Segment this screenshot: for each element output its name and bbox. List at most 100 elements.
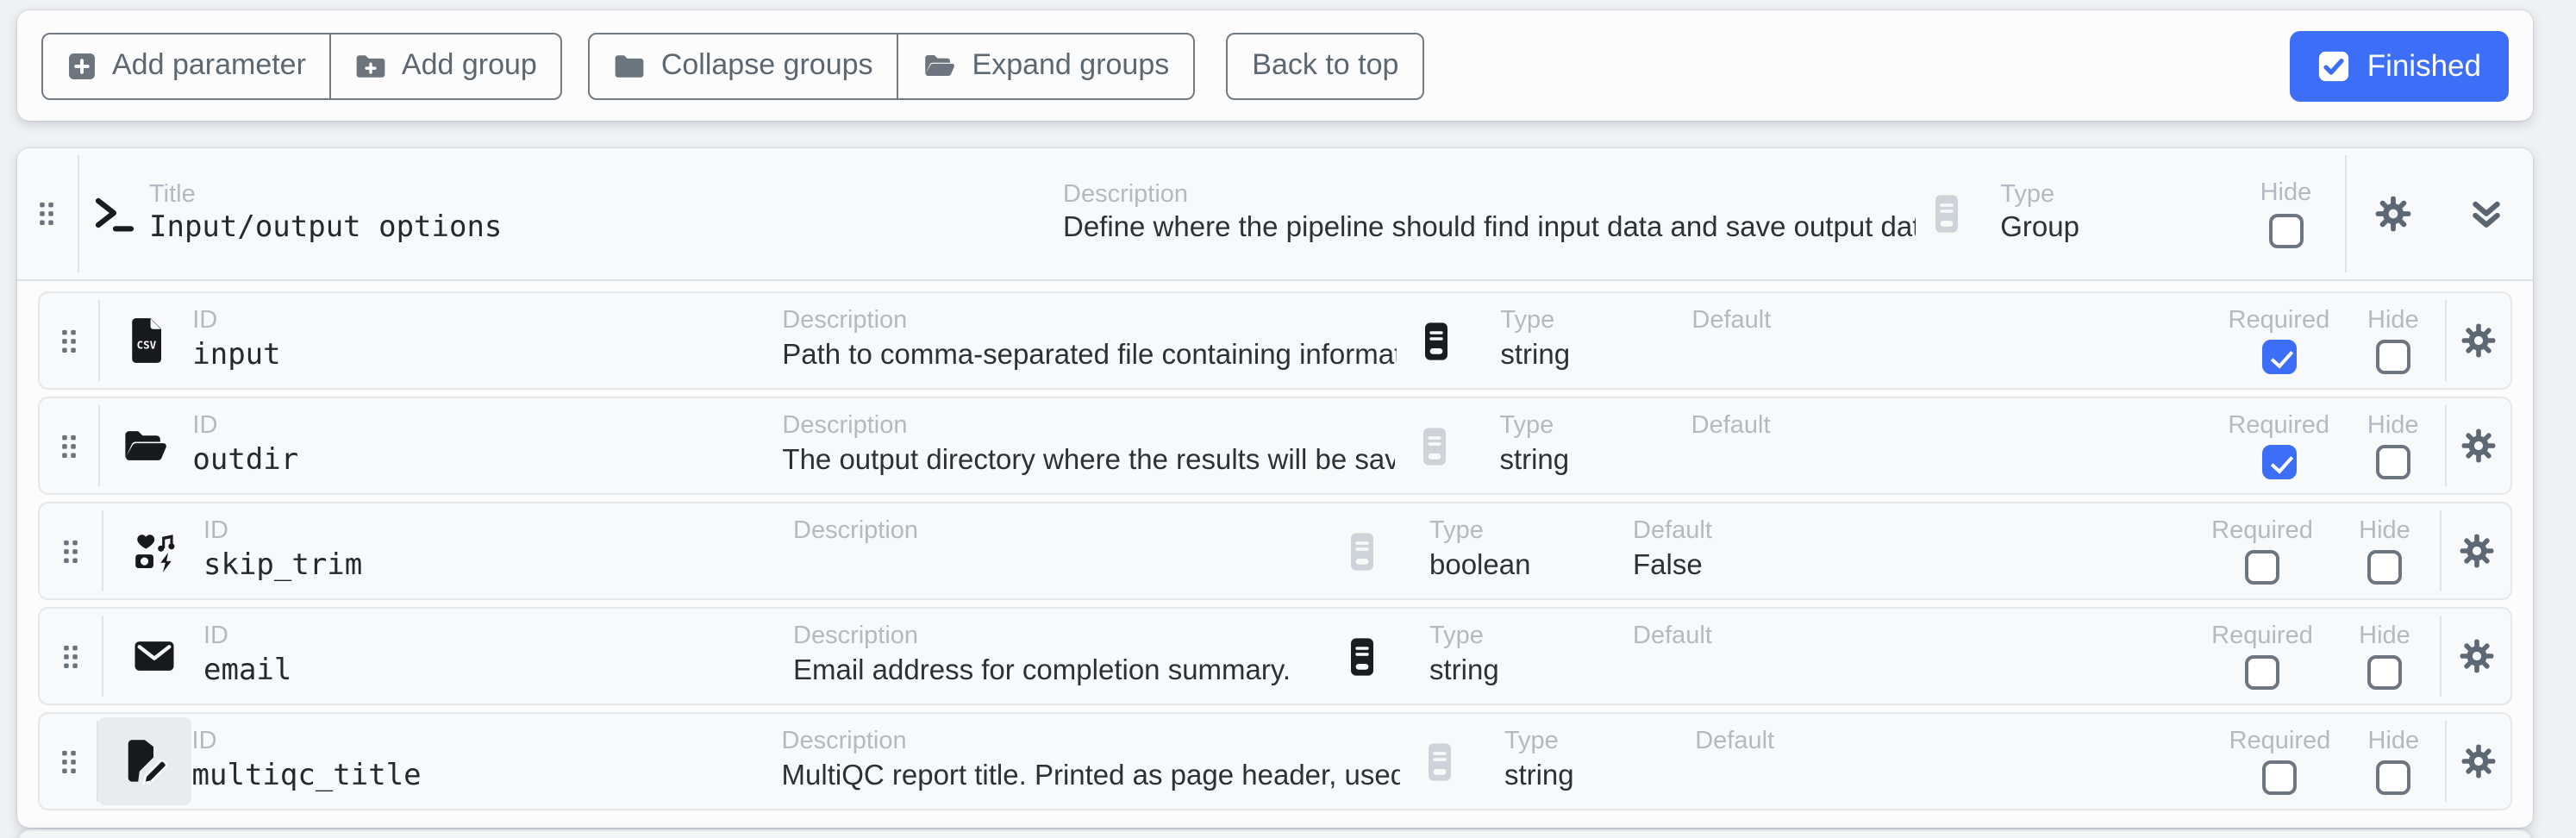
param-default-field[interactable]: Default: [1667, 293, 2216, 388]
group-title-value[interactable]: Input/output options: [149, 210, 1046, 247]
param-type-field[interactable]: Type string: [1480, 714, 1671, 809]
hide-checkbox[interactable]: [2376, 341, 2410, 375]
param-type-field[interactable]: Type string: [1475, 398, 1666, 493]
id-label: ID: [192, 307, 761, 335]
collapse-groups-button[interactable]: Collapse groups: [589, 32, 899, 99]
drag-handle[interactable]: [40, 293, 97, 388]
group-description-field[interactable]: Description Define where the pipeline sh…: [1046, 148, 1916, 279]
param-description-value[interactable]: Path to comma-separated file containing …: [782, 338, 1396, 374]
param-icon-button[interactable]: [103, 503, 203, 598]
back-to-top-button[interactable]: Back to top: [1226, 32, 1424, 99]
param-type-value[interactable]: boolean: [1429, 548, 1609, 585]
param-help-text-button[interactable]: [1395, 398, 1475, 493]
back-to-top-label: Back to top: [1252, 48, 1398, 83]
param-id-field[interactable]: ID outdir: [192, 398, 761, 493]
param-description-field[interactable]: Description: [772, 503, 1319, 598]
hide-checkbox[interactable]: [2376, 761, 2410, 796]
param-default-value[interactable]: [1695, 759, 2217, 795]
hide-checkbox[interactable]: [2367, 656, 2402, 691]
param-required-field: Required: [2195, 609, 2329, 704]
drag-handle[interactable]: [40, 609, 102, 704]
drag-handle[interactable]: [40, 714, 97, 809]
param-id-field[interactable]: ID email: [203, 609, 772, 704]
param-description-field[interactable]: Description MultiQC report title. Printe…: [761, 714, 1401, 809]
param-icon-button[interactable]: [99, 293, 192, 388]
settings-button[interactable]: [2370, 191, 2415, 236]
param-id-value[interactable]: skip_trim: [203, 547, 772, 585]
param-description-value[interactable]: [793, 548, 1319, 585]
description-label: Description: [782, 728, 1401, 756]
required-checkbox[interactable]: [2262, 761, 2297, 796]
add-parameter-button[interactable]: Add parameter: [41, 32, 332, 99]
param-help-text-button[interactable]: [1400, 714, 1480, 809]
param-id-value[interactable]: outdir: [192, 442, 761, 479]
param-type-field[interactable]: Type boolean: [1405, 503, 1609, 598]
hide-checkbox[interactable]: [2268, 214, 2303, 248]
settings-button[interactable]: [2454, 529, 2498, 572]
param-help-text-button[interactable]: [1319, 503, 1405, 598]
param-hide-field: Hide: [2342, 398, 2445, 493]
collapse-group-button[interactable]: [2466, 194, 2507, 234]
default-label: Default: [1633, 622, 2195, 651]
drag-handle[interactable]: [17, 148, 78, 279]
add-button-group: Add parameter Add group: [41, 32, 563, 99]
param-default-field[interactable]: Default: [1609, 609, 2195, 704]
settings-button[interactable]: [2457, 740, 2500, 783]
expand-groups-button[interactable]: Expand groups: [897, 32, 1196, 99]
add-group-button[interactable]: Add group: [329, 32, 563, 99]
group-help-text-button[interactable]: [1916, 148, 1977, 279]
param-description-value[interactable]: The output directory where the results w…: [782, 443, 1395, 479]
param-type-value[interactable]: string: [1504, 759, 1671, 795]
finished-button[interactable]: Finished: [2290, 30, 2509, 101]
group-description-value[interactable]: Define where the pipeline should find in…: [1063, 211, 1916, 247]
required-checkbox[interactable]: [2245, 551, 2279, 585]
param-id-field[interactable]: ID input: [192, 293, 761, 388]
param-description-field[interactable]: Description The output directory where t…: [761, 398, 1395, 493]
required-checkbox[interactable]: [2261, 446, 2296, 480]
required-checkbox[interactable]: [2245, 656, 2279, 691]
param-default-field[interactable]: Default: [1671, 714, 2217, 809]
help-text-icon: [1925, 193, 1966, 235]
param-description-field[interactable]: Description Path to comma-separated file…: [761, 293, 1396, 388]
param-description-field[interactable]: Description Email address for completion…: [772, 609, 1319, 704]
param-settings-cell: [2446, 293, 2510, 388]
drag-handle[interactable]: [40, 503, 102, 598]
hide-checkbox[interactable]: [2367, 551, 2402, 585]
param-default-value[interactable]: False: [1633, 548, 2195, 585]
param-description-value[interactable]: MultiQC report title. Printed as page he…: [782, 759, 1401, 795]
param-default-value[interactable]: [1691, 443, 2216, 479]
param-icon-button[interactable]: [99, 717, 192, 805]
type-label: Type: [1504, 728, 1671, 756]
param-default-value[interactable]: [1633, 654, 2195, 690]
param-type-value[interactable]: string: [1429, 654, 1609, 690]
help-text-icon: [1419, 741, 1460, 782]
param-id-field[interactable]: ID multiqc_title: [192, 714, 761, 809]
param-icon-button[interactable]: [99, 398, 192, 493]
param-id-field[interactable]: ID skip_trim: [203, 503, 772, 598]
required-checkbox[interactable]: [2261, 341, 2296, 375]
description-label: Description: [793, 517, 1319, 546]
param-type-value[interactable]: string: [1499, 443, 1666, 479]
hide-checkbox[interactable]: [2376, 446, 2410, 480]
drag-handle[interactable]: [40, 398, 97, 493]
param-help-text-button[interactable]: [1396, 293, 1476, 388]
param-hide-field: Hide: [2329, 609, 2440, 704]
settings-button[interactable]: [2457, 424, 2500, 467]
param-default-field[interactable]: Default: [1667, 398, 2216, 493]
param-icon-button[interactable]: [103, 609, 203, 704]
param-default-field[interactable]: Default False: [1609, 503, 2195, 598]
param-type-field[interactable]: Type string: [1476, 293, 1667, 388]
group-icon-button[interactable]: [79, 148, 149, 279]
param-help-text-button[interactable]: [1319, 609, 1405, 704]
settings-button[interactable]: [2457, 319, 2500, 362]
param-description-value[interactable]: Email address for completion summary.: [793, 654, 1319, 690]
param-default-value[interactable]: [1691, 338, 2216, 374]
settings-button[interactable]: [2454, 635, 2498, 678]
param-id-value[interactable]: email: [203, 653, 772, 690]
param-type-value[interactable]: string: [1500, 338, 1667, 374]
param-id-value[interactable]: input: [192, 337, 761, 374]
group-title-field[interactable]: Title Input/output options: [149, 148, 1046, 279]
param-type-field[interactable]: Type string: [1405, 609, 1609, 704]
param-id-value[interactable]: multiqc_title: [192, 758, 761, 795]
folder-open-icon: [922, 52, 957, 79]
